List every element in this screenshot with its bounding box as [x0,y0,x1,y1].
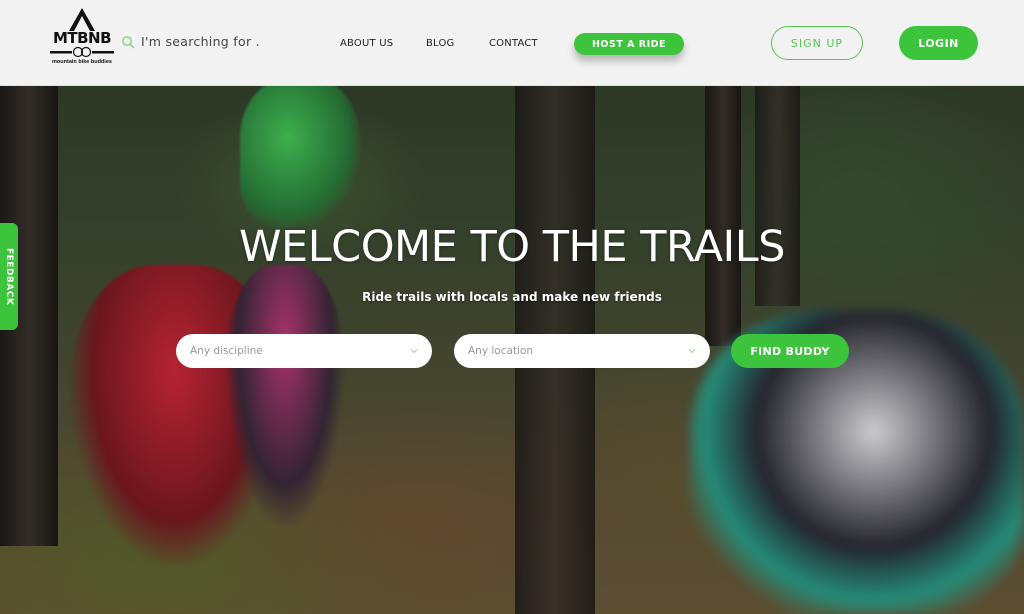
chevron-down-icon [688,349,696,354]
site-header: MTBNB mountain bike buddies I'm searchin… [0,0,1024,86]
search-icon [122,35,135,48]
hero-background-image [0,0,1024,614]
logo-tagline: mountain bike buddies [52,59,112,65]
logo-text: MTBNB [52,29,112,47]
nav-contact[interactable]: CONTACT [489,38,538,49]
hero-title: WELCOME TO THE TRAILS [239,222,785,272]
bike-chain-logo-icon [50,46,114,58]
nav-about-us[interactable]: ABOUT US [340,38,393,49]
search-field[interactable]: I'm searching for . [121,34,260,49]
search-placeholder[interactable]: I'm searching for . [141,34,260,49]
nav-blog[interactable]: BLOG [426,38,455,49]
find-buddy-button[interactable]: FIND BUDDY [731,334,849,368]
host-a-ride-button[interactable]: HOST A RIDE [574,33,684,55]
location-select-value: Any location [468,345,534,357]
hero-overlay [0,0,1024,614]
hero-subtitle: Ride trails with locals and make new fri… [362,290,662,304]
location-select[interactable]: Any location [454,334,710,368]
discipline-select[interactable]: Any discipline [176,334,432,368]
discipline-select-value: Any discipline [190,345,263,357]
login-button[interactable]: LOGIN [899,26,978,60]
chevron-down-icon [410,349,418,354]
logo[interactable]: MTBNB mountain bike buddies [46,6,118,82]
sign-up-button[interactable]: SIGN UP [771,26,863,60]
